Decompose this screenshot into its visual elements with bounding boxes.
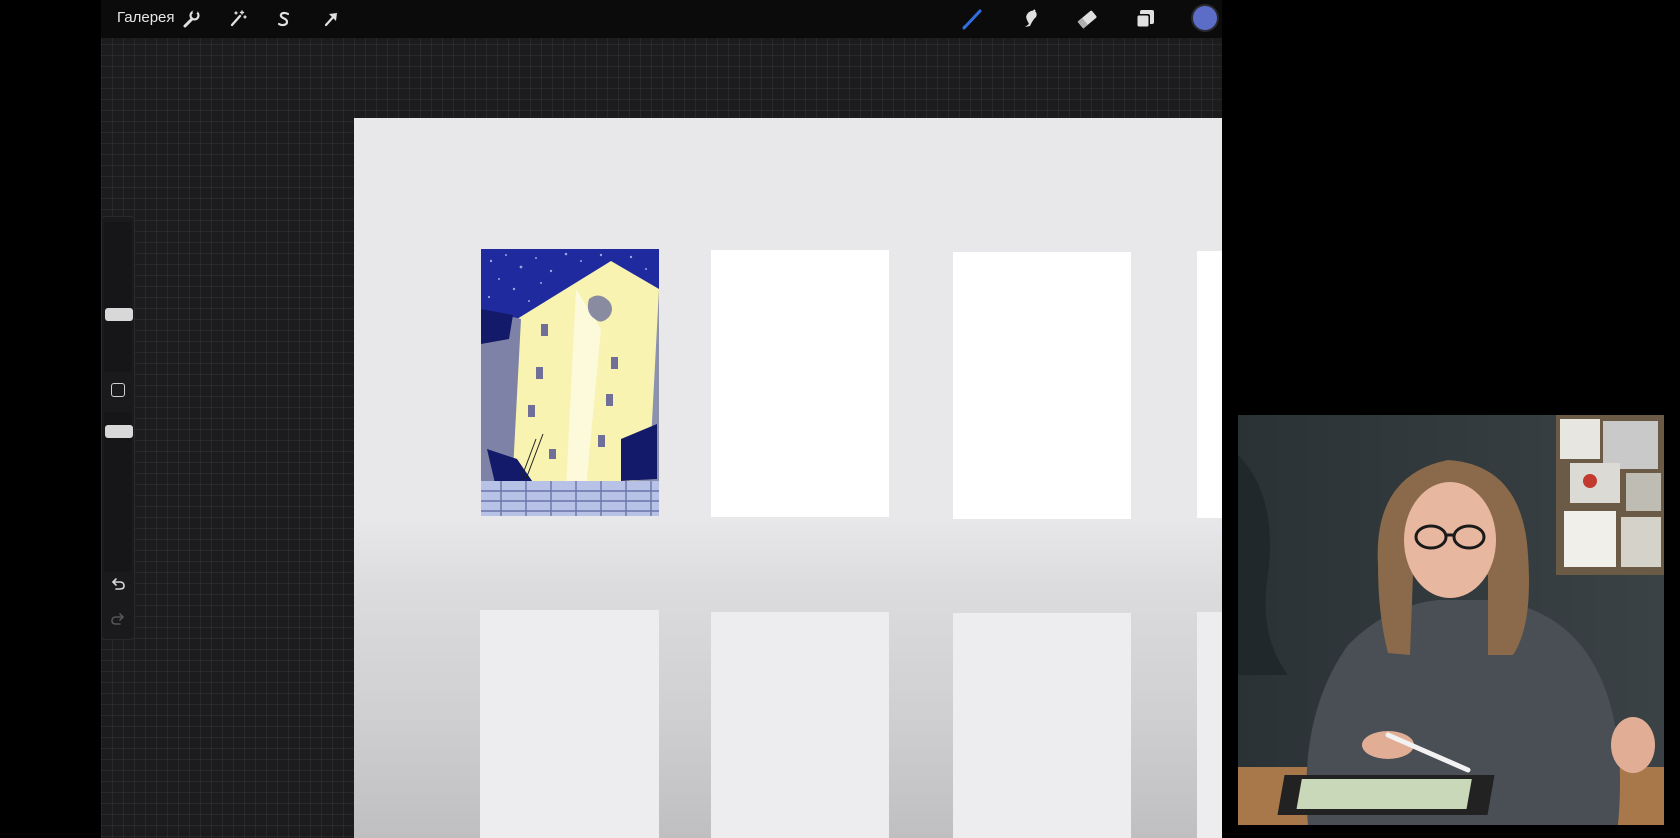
brush-size-slider[interactable] bbox=[104, 222, 132, 372]
left-sidebar bbox=[101, 216, 135, 640]
blank-panel bbox=[480, 610, 659, 838]
transform-arrow-icon[interactable] bbox=[318, 6, 344, 32]
layers-icon[interactable] bbox=[1130, 4, 1160, 34]
brush-size-thumb[interactable] bbox=[105, 308, 133, 321]
modify-button[interactable] bbox=[111, 383, 125, 397]
drawing-canvas[interactable] bbox=[354, 118, 1222, 838]
redo-icon[interactable] bbox=[108, 609, 128, 629]
blank-panel bbox=[1197, 251, 1222, 518]
blank-panel bbox=[711, 250, 889, 517]
blank-panel bbox=[953, 252, 1131, 519]
artwork-panel bbox=[481, 249, 659, 516]
blank-panel bbox=[711, 612, 889, 838]
gallery-button[interactable]: Галерея bbox=[117, 9, 175, 26]
brush-icon[interactable] bbox=[958, 4, 988, 34]
presenter-video bbox=[1238, 415, 1664, 825]
color-picker-swatch[interactable] bbox=[1193, 6, 1217, 30]
wrench-icon[interactable] bbox=[178, 6, 204, 32]
magic-wand-icon[interactable] bbox=[224, 6, 250, 32]
opacity-thumb[interactable] bbox=[105, 425, 133, 438]
selection-s-icon[interactable] bbox=[271, 6, 297, 32]
blank-panel bbox=[1197, 612, 1222, 838]
webcam-overlay bbox=[1238, 415, 1664, 825]
smudge-icon[interactable] bbox=[1015, 4, 1045, 34]
procreate-app: Галерея bbox=[101, 0, 1222, 838]
undo-icon[interactable] bbox=[108, 574, 128, 594]
top-toolbar: Галерея bbox=[101, 0, 1222, 38]
eraser-icon[interactable] bbox=[1072, 4, 1102, 34]
blank-panel bbox=[953, 613, 1131, 838]
